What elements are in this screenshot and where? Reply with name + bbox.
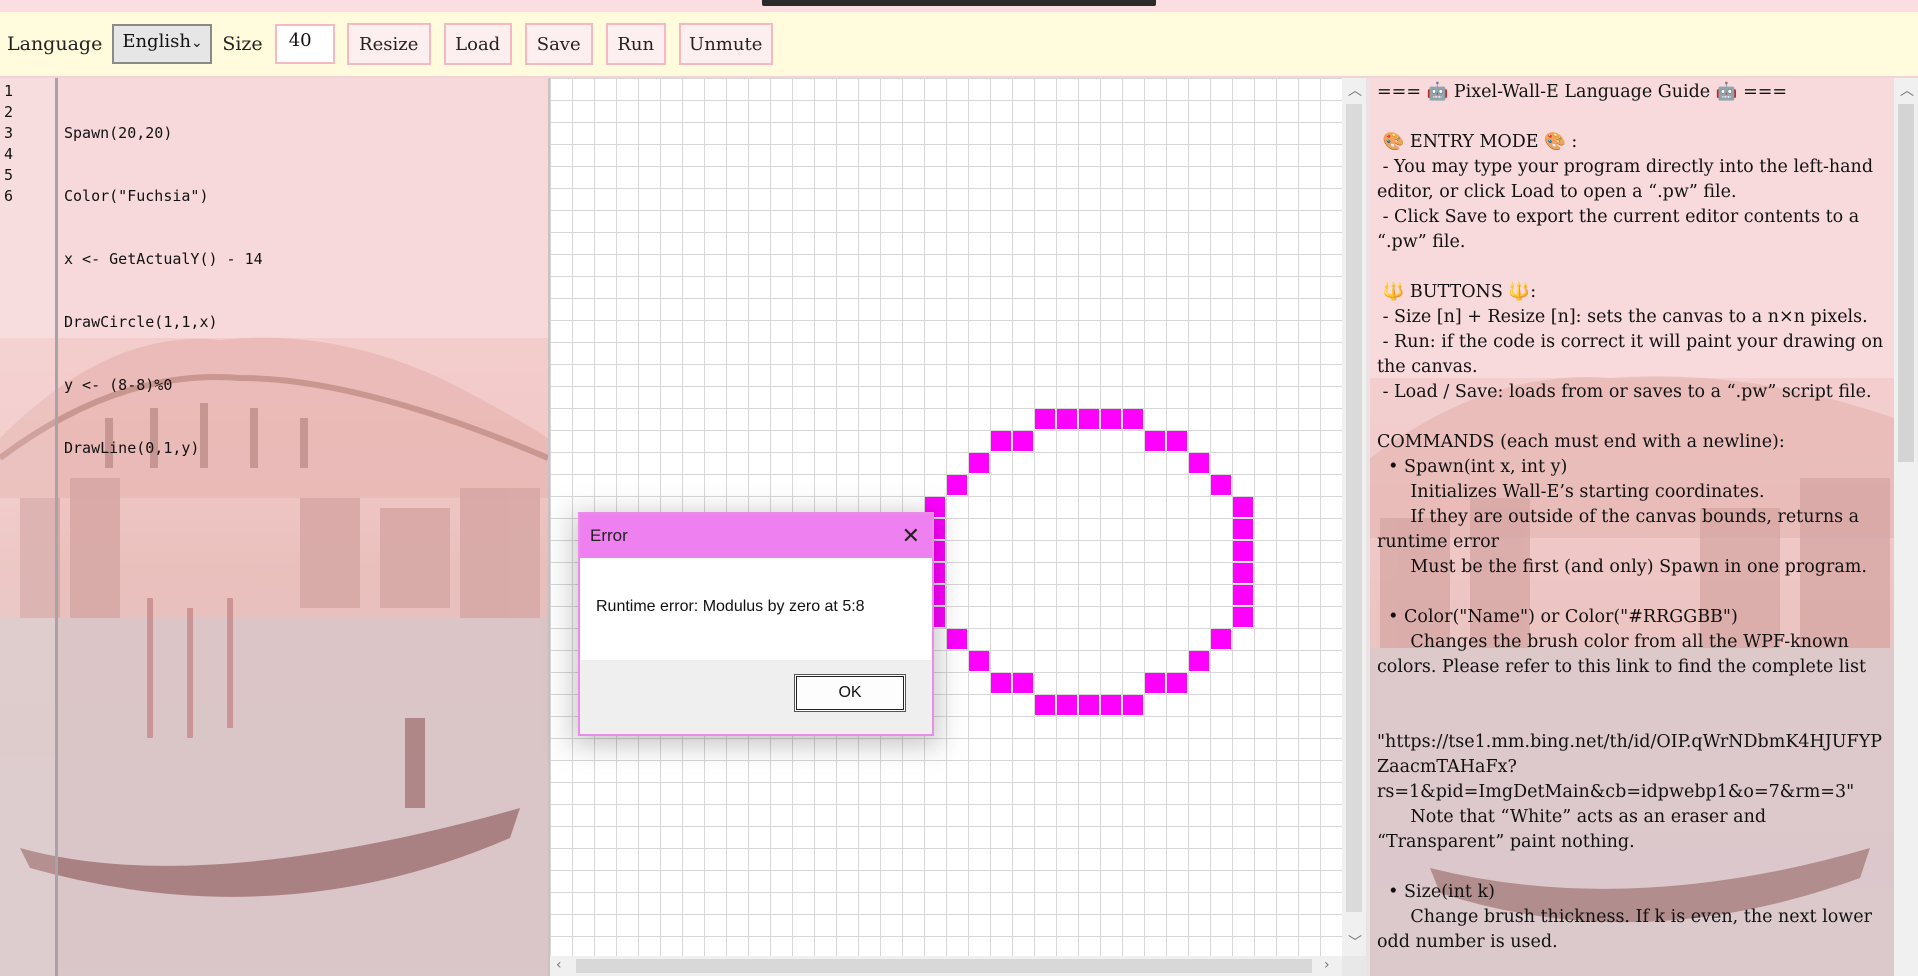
scroll-down-arrow-icon[interactable]: ﹀ bbox=[1348, 932, 1362, 952]
painted-pixel bbox=[1233, 585, 1253, 605]
painted-pixel bbox=[947, 629, 967, 649]
painted-pixel bbox=[1211, 475, 1231, 495]
painted-pixel bbox=[1145, 431, 1165, 451]
painted-pixel bbox=[1079, 695, 1099, 715]
code-line: Color("Fuchsia") bbox=[64, 187, 209, 205]
code-line: Spawn(20,20) bbox=[64, 124, 173, 142]
line-number: 5 bbox=[4, 166, 14, 184]
painted-pixel bbox=[1101, 409, 1121, 429]
line-number: 6 bbox=[4, 187, 14, 205]
scroll-up-arrow-icon[interactable]: ︿ bbox=[1900, 80, 1914, 100]
line-number-gutter: 1 2 3 4 5 6 bbox=[0, 78, 58, 976]
painted-pixel bbox=[1233, 541, 1253, 561]
line-number: 1 bbox=[4, 82, 14, 100]
painted-pixel bbox=[1167, 673, 1187, 693]
painted-pixel bbox=[1101, 695, 1121, 715]
painted-pixel bbox=[1057, 409, 1077, 429]
scroll-right-arrow-icon[interactable]: › bbox=[1324, 957, 1330, 973]
resize-button[interactable]: Resize bbox=[346, 23, 431, 65]
dialog-message: Runtime error: Modulus by zero at 5:8 bbox=[596, 598, 865, 615]
painted-pixel bbox=[1145, 673, 1165, 693]
painted-pixel bbox=[969, 453, 989, 473]
save-button[interactable]: Save bbox=[524, 23, 593, 65]
painted-pixel bbox=[1035, 695, 1055, 715]
painted-pixel bbox=[1013, 673, 1033, 693]
run-button[interactable]: Run bbox=[605, 23, 666, 65]
code-text[interactable]: Spawn(20,20) Color("Fuchsia") x <- GetAc… bbox=[64, 78, 263, 501]
painted-pixel bbox=[1167, 431, 1187, 451]
canvas-vertical-scroll-thumb[interactable] bbox=[1346, 104, 1362, 912]
code-line: DrawLine(0,1,y) bbox=[64, 439, 200, 457]
painted-pixel bbox=[1189, 651, 1209, 671]
painted-pixel bbox=[1057, 695, 1077, 715]
size-label: Size bbox=[222, 33, 263, 55]
code-line: DrawCircle(1,1,x) bbox=[64, 313, 218, 331]
language-select[interactable]: English ⌄ bbox=[112, 24, 213, 64]
ok-button[interactable]: OK bbox=[794, 674, 906, 712]
toolbar: Language English ⌄ Size 40 Resize Load S… bbox=[0, 12, 1918, 78]
canvas-horizontal-scroll-thumb[interactable] bbox=[576, 959, 1312, 973]
code-editor[interactable]: 1 2 3 4 5 6 Spawn(20,20) Color("Fuchsia"… bbox=[0, 78, 548, 976]
unmute-button[interactable]: Unmute bbox=[678, 23, 773, 65]
painted-pixel bbox=[991, 673, 1011, 693]
painted-pixel bbox=[1123, 409, 1143, 429]
close-icon[interactable]: ✕ bbox=[902, 525, 920, 547]
guide-vertical-scrollbar[interactable]: ︿ bbox=[1894, 78, 1918, 976]
language-value: English bbox=[122, 30, 191, 52]
painted-pixel bbox=[1079, 409, 1099, 429]
language-guide-text: === 🤖 Pixel-Wall-E Language Guide 🤖 === … bbox=[1377, 82, 1884, 952]
painted-pixel bbox=[1233, 497, 1253, 517]
size-input[interactable]: 40 bbox=[274, 24, 335, 64]
canvas-vertical-scrollbar[interactable]: ︿ ﹀ bbox=[1342, 78, 1366, 956]
chevron-down-icon: ⌄ bbox=[190, 35, 203, 51]
canvas-horizontal-scrollbar[interactable]: ‹ › bbox=[550, 956, 1342, 976]
error-dialog: Error ✕ Runtime error: Modulus by zero a… bbox=[578, 512, 934, 736]
code-line: y <- (8-8)%0 bbox=[64, 376, 173, 394]
scroll-left-arrow-icon[interactable]: ‹ bbox=[556, 957, 562, 973]
painted-pixel bbox=[1233, 519, 1253, 539]
painted-pixel bbox=[1013, 431, 1033, 451]
scroll-up-arrow-icon[interactable]: ︿ bbox=[1348, 80, 1362, 100]
line-number: 2 bbox=[4, 103, 14, 121]
load-button[interactable]: Load bbox=[443, 23, 512, 65]
painted-pixel bbox=[1035, 409, 1055, 429]
language-label: Language bbox=[7, 33, 103, 55]
language-guide-panel[interactable]: === 🤖 Pixel-Wall-E Language Guide 🤖 === … bbox=[1370, 78, 1894, 976]
scrollbar-corner bbox=[1342, 956, 1366, 976]
dialog-title-bar: Error ✕ bbox=[580, 514, 932, 558]
painted-pixel bbox=[991, 431, 1011, 451]
painted-pixel bbox=[1233, 563, 1253, 583]
painted-pixel bbox=[1233, 607, 1253, 627]
painted-pixel bbox=[947, 475, 967, 495]
guide-vertical-scroll-thumb[interactable] bbox=[1898, 104, 1914, 462]
painted-pixel bbox=[1189, 453, 1209, 473]
painted-pixel bbox=[1123, 695, 1143, 715]
painted-pixel bbox=[1211, 629, 1231, 649]
painted-pixel bbox=[969, 651, 989, 671]
line-number: 4 bbox=[4, 145, 14, 163]
window-title-bar bbox=[762, 0, 1156, 6]
dialog-footer: OK bbox=[580, 660, 932, 734]
dialog-title: Error bbox=[590, 526, 628, 545]
code-line: x <- GetActualY() - 14 bbox=[64, 250, 263, 268]
line-number: 3 bbox=[4, 124, 14, 142]
